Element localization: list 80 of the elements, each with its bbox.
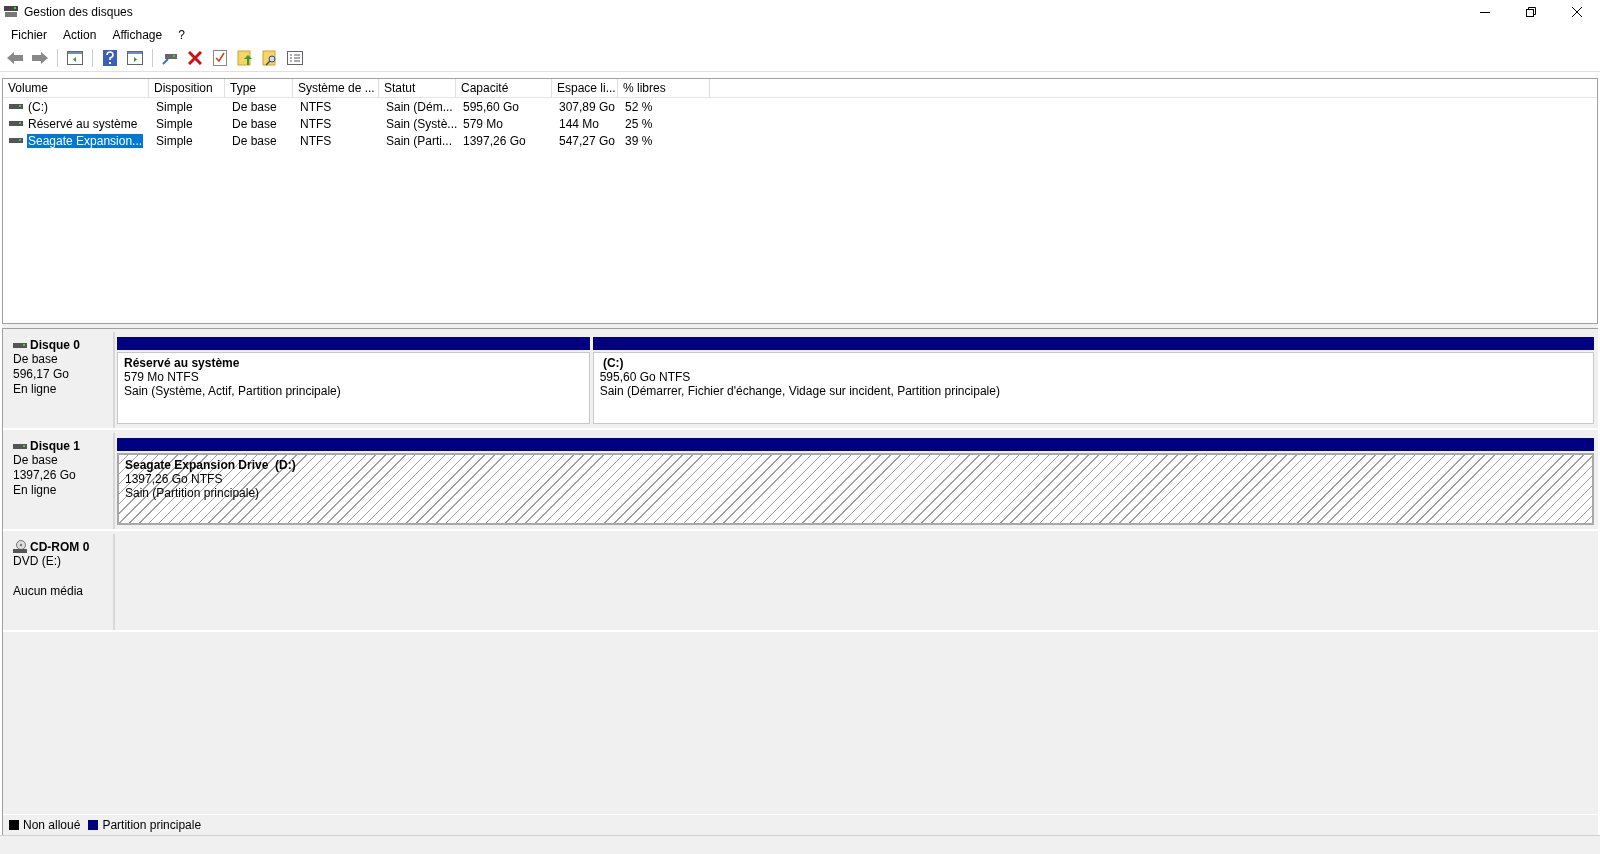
table-cell[interactable]: Seagate Expansion...: [27, 133, 144, 148]
help-icon: [103, 50, 117, 66]
delete-icon: [188, 51, 202, 65]
table-cell: De base: [231, 133, 278, 148]
table-cell: Sain (Dém...: [385, 99, 454, 114]
action-pane-icon: [127, 51, 143, 65]
partition-title: (C:): [601, 356, 625, 370]
menu-item[interactable]: Fichier: [3, 27, 55, 42]
table-cell: 579 Mo: [462, 116, 505, 131]
volume-icon: [9, 120, 23, 127]
column-header[interactable]: Type: [230, 81, 256, 95]
partition-status: Sain (Partition principale): [125, 486, 261, 500]
disk-management-icon: [4, 6, 18, 18]
disk-name: CD-ROM 0: [30, 540, 90, 554]
partition-title: Réservé au système: [124, 356, 241, 370]
disk-detail: DVD (E:): [13, 554, 62, 569]
legend-label: Non alloué: [23, 818, 81, 832]
disk-detail: En ligne: [13, 382, 58, 397]
partition-title: Seagate Expansion Drive (D:): [125, 458, 297, 472]
table-cell: 595,60 Go: [462, 99, 521, 114]
table-cell: NTFS: [299, 133, 333, 148]
partition-block[interactable]: (C:) 595,60 Go NTFS Sain (Démarrer, Fichier d'échange, Vidage sur incident, Partition principale): [592, 352, 1594, 424]
table-cell: 144 Mo: [558, 116, 601, 131]
menu-item[interactable]: ?: [170, 27, 193, 42]
table-cell: Sain (Systè...: [385, 116, 459, 131]
disk-detail: Aucun média: [13, 584, 85, 599]
disk-detail: De base: [13, 352, 59, 367]
table-cell[interactable]: Réservé au système: [27, 116, 139, 131]
partition-status: Sain (Démarrer, Fichier d'échange, Vidage sur incident, Partition principale): [599, 384, 1001, 398]
column-header[interactable]: Capacité: [461, 81, 509, 95]
partition-size: 595,60 Go NTFS: [599, 370, 692, 384]
cd-drive-icon: [13, 540, 27, 554]
table-cell: 39 %: [624, 133, 654, 148]
partition-status: Sain (Système, Actif, Partition principale): [124, 384, 342, 398]
legend-label: Partition principale: [102, 818, 202, 832]
volume-icon: [9, 103, 23, 110]
properties-list-icon: [287, 51, 303, 65]
close-icon: [1572, 7, 1582, 17]
table-cell: Simple: [155, 116, 194, 131]
partition-block[interactable]: Réservé au système 579 Mo NTFS Sain (Système, Actif, Partition principale): [117, 352, 590, 424]
table-cell: Sain (Parti...: [385, 133, 454, 148]
disk-detail: 596,17 Go: [13, 367, 71, 382]
disk-detail: 1397,26 Go: [13, 468, 77, 483]
column-header[interactable]: Volume: [8, 81, 49, 95]
partition-size: 1397,26 Go NTFS: [125, 472, 224, 486]
table-cell: De base: [231, 99, 278, 114]
disk-name: Disque 0: [30, 338, 80, 352]
checklist-icon: [213, 50, 227, 66]
partition-size: 579 Mo NTFS: [124, 370, 200, 384]
table-cell: Simple: [155, 99, 194, 114]
disk-name: Disque 1: [30, 439, 80, 453]
table-cell: De base: [231, 116, 278, 131]
table-cell: NTFS: [299, 99, 333, 114]
forward-arrow-icon: [31, 51, 49, 65]
table-cell[interactable]: (C:): [27, 99, 49, 114]
column-header[interactable]: Statut: [384, 81, 416, 95]
column-header[interactable]: Disposition: [154, 81, 213, 95]
table-cell: 307,89 Go: [558, 99, 617, 114]
column-header[interactable]: Système de ...: [298, 81, 375, 95]
table-cell: 547,27 Go: [558, 133, 617, 148]
console-tree-icon: [67, 51, 83, 65]
table-cell: 25 %: [624, 116, 654, 131]
restore-icon: [1526, 7, 1536, 17]
partition-block[interactable]: Seagate Expansion Drive (D:) 1397,26 Go NTFS Sain (Partition principale): [117, 453, 1594, 525]
menu-item[interactable]: Affichage: [104, 27, 171, 42]
drive-connect-icon: [162, 51, 178, 65]
window-title: Gestion des disques: [24, 5, 134, 19]
table-cell: Simple: [155, 133, 194, 148]
table-cell: 1397,26 Go: [462, 133, 527, 148]
folder-up-icon: [237, 50, 253, 66]
column-header[interactable]: % libres: [623, 81, 666, 95]
column-header[interactable]: Espace li...: [557, 81, 616, 95]
table-cell: 52 %: [624, 99, 654, 114]
disk-detail: En ligne: [13, 483, 58, 498]
volume-icon: [9, 137, 23, 144]
back-arrow-icon: [6, 51, 24, 65]
menu-item[interactable]: Action: [55, 27, 105, 42]
disk-detail: De base: [13, 453, 59, 468]
table-cell: NTFS: [299, 116, 333, 131]
folder-search-icon: [262, 50, 278, 66]
